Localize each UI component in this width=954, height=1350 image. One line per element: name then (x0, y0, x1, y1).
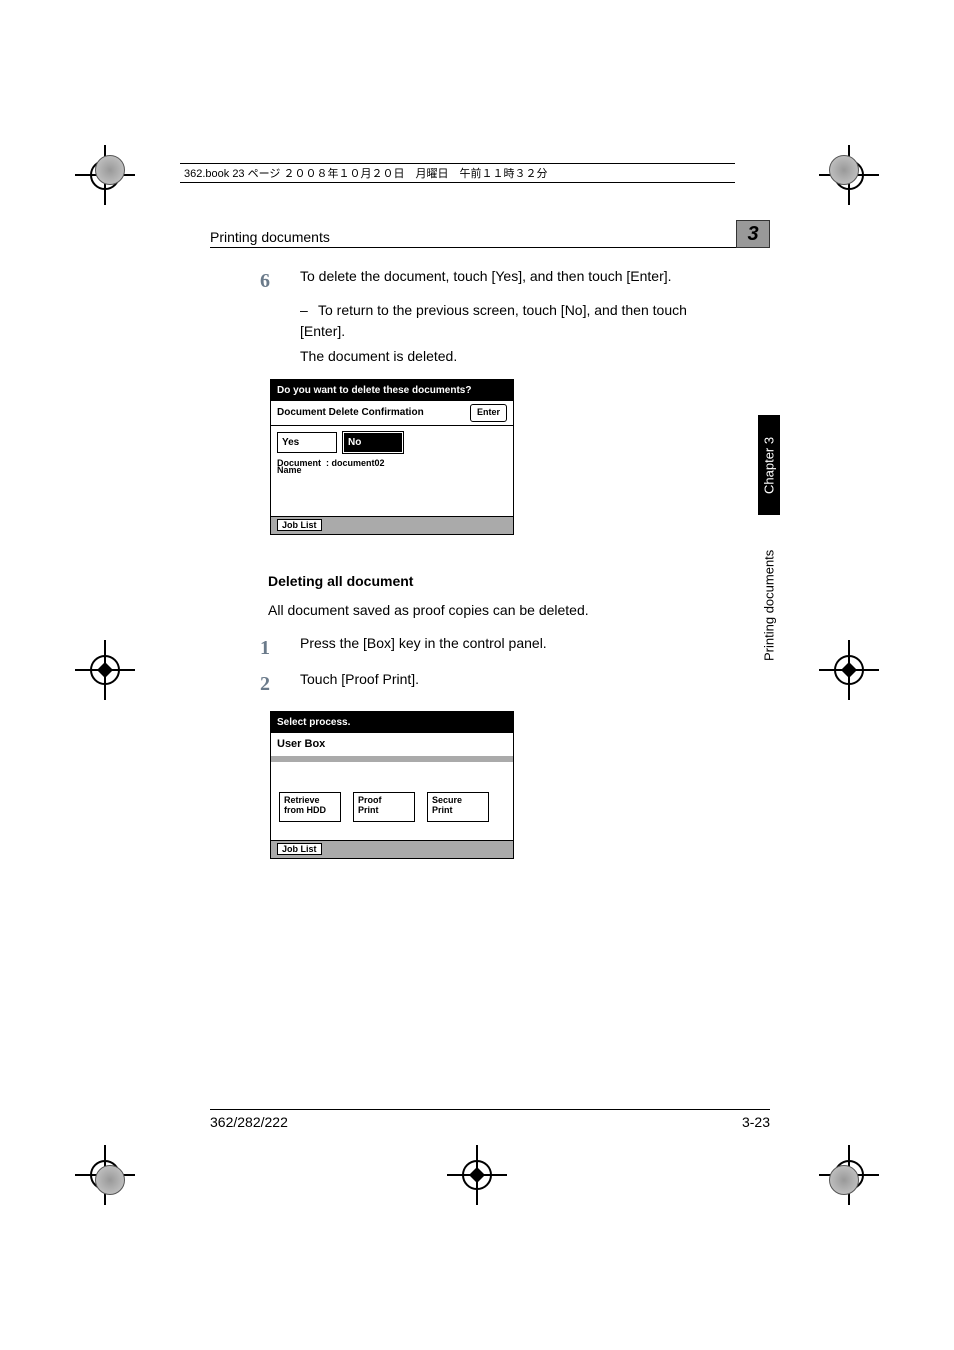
joblist-button[interactable]: Job List (277, 519, 322, 531)
joblist-bar: Job List (271, 840, 513, 858)
step-substep: –To return to the previous screen, touch… (300, 300, 730, 342)
no-button[interactable]: No (343, 432, 403, 453)
footer-left: 362/282/222 (210, 1114, 288, 1130)
content-area: 6 To delete the document, touch [Yes], a… (260, 260, 730, 859)
panel-title: Do you want to delete these documents? (271, 380, 513, 401)
panel-title: Select process. (271, 712, 513, 733)
secure-print-button[interactable]: SecurePrint (427, 792, 489, 822)
panel-subtitle-row: Document Delete Confirmation Enter (271, 401, 513, 426)
chapter-badge: 3 (736, 220, 770, 248)
corner-ornament-icon (95, 155, 125, 185)
delete-confirm-panel: Do you want to delete these documents? D… (270, 379, 514, 535)
panel-body: Yes No Document : document02 Name (271, 426, 513, 517)
corner-ornament-icon (829, 155, 859, 185)
joblist-button[interactable]: Job List (277, 843, 322, 855)
corner-ornament-icon (829, 1165, 859, 1195)
crop-mark-icon (75, 640, 135, 700)
step-number: 2 (260, 669, 300, 699)
step-result: The document is deleted. (300, 346, 730, 367)
panel-subtitle: Document Delete Confirmation (277, 405, 424, 420)
panel-userbox: User Box (271, 733, 513, 762)
joblist-bar: Job List (271, 516, 513, 534)
proof-print-button[interactable]: ProofPrint (353, 792, 415, 822)
side-tab-section: Printing documents (758, 520, 780, 690)
document-name-row: Document : document02 Name (277, 459, 507, 477)
page-footer: 362/282/222 3-23 (210, 1109, 770, 1130)
page-meta: 362.book 23 ページ ２００８年１０月２０日 月曜日 午前１１時３２分 (180, 163, 735, 183)
step-text: To delete the document, touch [Yes], and… (300, 266, 730, 296)
side-tab-chapter: Chapter 3 (758, 415, 780, 515)
section-body: All document saved as proof copies can b… (268, 600, 730, 621)
select-process-panel: Select process. User Box Retrievefrom HD… (270, 711, 514, 859)
crop-mark-icon (447, 1145, 507, 1205)
step-text: Press the [Box] key in the control panel… (300, 633, 730, 663)
substep-text: To return to the previous screen, touch … (300, 302, 687, 339)
yes-button[interactable]: Yes (277, 432, 337, 453)
enter-button[interactable]: Enter (470, 404, 507, 422)
panel-body: Retrievefrom HDD ProofPrint SecurePrint (271, 762, 513, 840)
step-6: 6 To delete the document, touch [Yes], a… (260, 266, 730, 296)
header-title: Printing documents (210, 229, 330, 245)
step-number: 6 (260, 266, 300, 296)
crop-mark-icon (819, 640, 879, 700)
retrieve-hdd-button[interactable]: Retrievefrom HDD (279, 792, 341, 822)
page-header: Printing documents 3 (210, 220, 770, 248)
section-heading: Deleting all document (268, 571, 730, 592)
step-number: 1 (260, 633, 300, 663)
step-text: Touch [Proof Print]. (300, 669, 730, 699)
footer-right: 3-23 (742, 1114, 770, 1130)
step-2: 2 Touch [Proof Print]. (260, 669, 730, 699)
corner-ornament-icon (95, 1165, 125, 1195)
step-1: 1 Press the [Box] key in the control pan… (260, 633, 730, 663)
